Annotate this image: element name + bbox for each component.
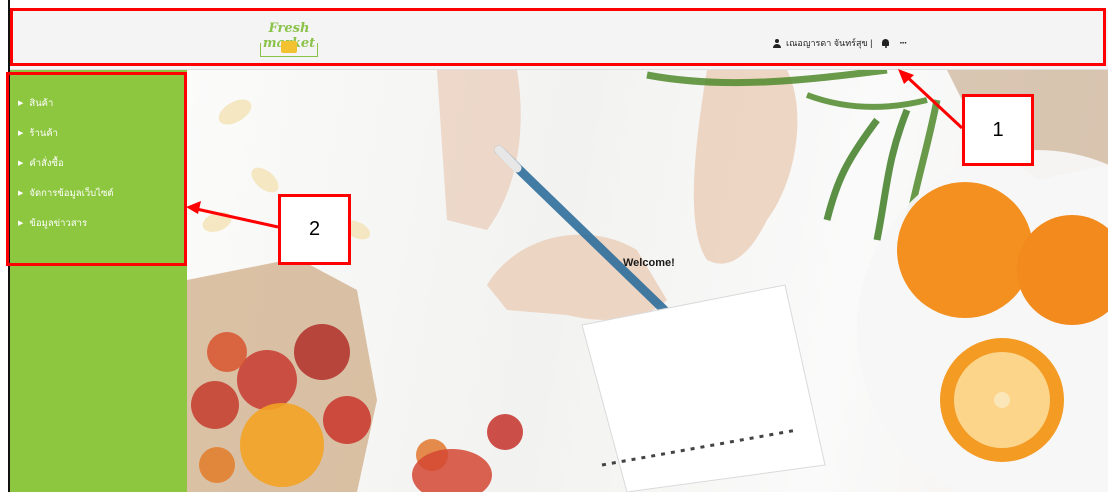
- annotation-box-header: [10, 8, 1106, 66]
- callout-1: 1: [962, 94, 1034, 166]
- annotation-box-sidebar: [6, 72, 187, 266]
- callout-2: 2: [278, 194, 351, 265]
- welcome-text: Welcome!: [623, 257, 675, 269]
